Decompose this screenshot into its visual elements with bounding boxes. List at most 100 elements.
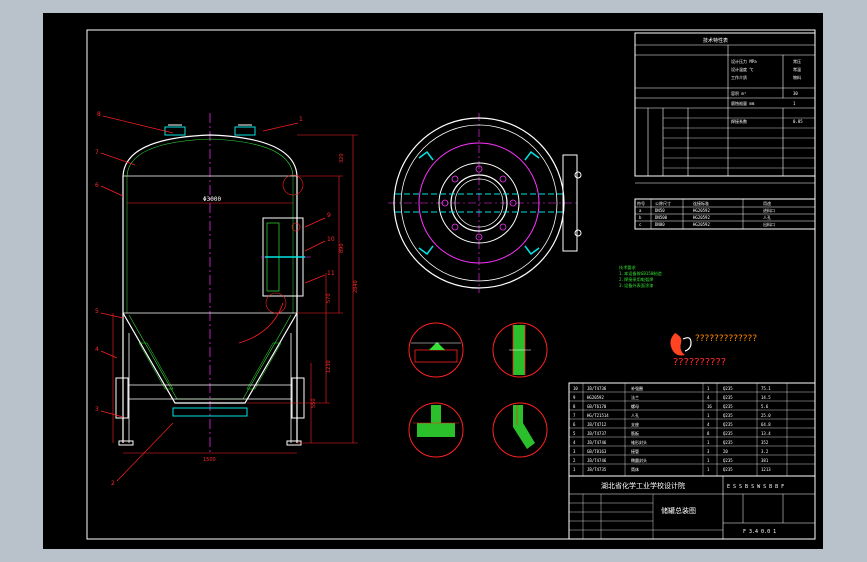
svg-text:4: 4 bbox=[95, 346, 99, 353]
part-cell: 9 bbox=[573, 395, 576, 400]
part-cell: 20 bbox=[723, 449, 728, 454]
svg-text:570: 570 bbox=[326, 293, 332, 303]
nozzle-cell: b bbox=[639, 215, 642, 220]
part-cell: 锥形封头 bbox=[631, 439, 647, 445]
svg-text:9: 9 bbox=[327, 212, 331, 219]
svg-text:890: 890 bbox=[339, 243, 345, 253]
nozzle-cell: c bbox=[639, 222, 642, 227]
part-cell: 352 bbox=[761, 440, 769, 445]
part-cell: 4 bbox=[707, 422, 710, 427]
spec-table-title: 技术特性表 bbox=[703, 37, 728, 44]
part-cell: 8 bbox=[573, 404, 576, 409]
nozzle-cell: HG20592 bbox=[693, 215, 710, 220]
nozzle-table: 符号 公称尺寸 连接标准 用途 a DN50 HG20592 进料口 b DN5… bbox=[634, 198, 816, 230]
spec-row-value: 30 bbox=[793, 91, 798, 96]
svg-text:11: 11 bbox=[327, 270, 335, 277]
nozzle-header: 公称尺寸 bbox=[655, 200, 671, 206]
spec-rows: 设计压力 MPa 常压 设计温度 ℃ 常温 工作介质 物料 容积 m³ 30 腐… bbox=[731, 58, 803, 124]
diameter-label: Φ3000 bbox=[203, 196, 221, 203]
parts-list: 10 JB/T4736 补强圈 1 Q235 75.1 9 HG20592 法兰… bbox=[568, 382, 816, 477]
nozzle-cell: DN50 bbox=[655, 208, 665, 213]
nozzle-cell: 人孔 bbox=[763, 214, 771, 220]
spec-table: 技术特性表 设计压力 MPa 常压 设计温度 ℃ 常温 工作介质 物料 容积 m… bbox=[634, 32, 816, 184]
part-cell: 1 bbox=[707, 458, 710, 463]
part-cell: 法兰 bbox=[631, 394, 639, 400]
part-cell: Q235 bbox=[723, 458, 733, 463]
part-cell: 5.6 bbox=[761, 404, 769, 409]
nozzle-cell: HG20592 bbox=[693, 222, 710, 227]
part-cell: Q235 bbox=[723, 386, 733, 391]
part-cell: 4 bbox=[707, 395, 710, 400]
part-cell: 螺母 bbox=[631, 403, 639, 409]
svg-text:2: 2 bbox=[111, 480, 115, 487]
part-cell: 7 bbox=[573, 413, 576, 418]
watermark-text: ????????????? bbox=[695, 334, 757, 344]
svg-text:3: 3 bbox=[95, 406, 99, 413]
part-cell: 1 bbox=[573, 467, 576, 472]
part-cell: 人孔 bbox=[631, 412, 639, 418]
spec-row: 容积 m³ bbox=[731, 90, 746, 96]
part-cell: 1213 bbox=[761, 467, 771, 472]
part-cell: JB/T4712 bbox=[587, 422, 607, 427]
part-cell: 16 bbox=[707, 404, 712, 409]
part-cell: JB/T4746 bbox=[587, 440, 607, 445]
part-cell: 1 bbox=[707, 467, 710, 472]
part-cell: 6 bbox=[573, 422, 576, 427]
spec-row: 工作介质 bbox=[731, 74, 747, 80]
part-cell: Q235 bbox=[723, 395, 733, 400]
weld-detail-2 bbox=[492, 322, 548, 378]
part-cell: GB/T6170 bbox=[587, 404, 607, 409]
svg-text:1500: 1500 bbox=[203, 457, 216, 463]
top-nozzle-left bbox=[164, 126, 186, 136]
nozzle-header: 用途 bbox=[763, 200, 771, 206]
part-cell: Q235 bbox=[723, 422, 733, 427]
spec-row: 焊接系数 bbox=[731, 118, 747, 124]
part-cell: 2 bbox=[573, 458, 576, 463]
weld-details bbox=[408, 322, 548, 458]
lug-left bbox=[115, 377, 129, 419]
leader-numbers: 8 7 6 5 4 3 2 1 9 10 11 bbox=[95, 111, 335, 487]
part-cell: 10 bbox=[573, 386, 578, 391]
part-cell: 4 bbox=[573, 440, 576, 445]
part-cell: 支座 bbox=[631, 421, 639, 427]
drawing-title: 储罐总装图 bbox=[661, 506, 696, 515]
nozzle-header: 符号 bbox=[637, 200, 645, 206]
part-cell: 25.0 bbox=[761, 413, 771, 418]
school-name: 湖北省化学工业学校设计院 bbox=[601, 481, 685, 490]
svg-text:550: 550 bbox=[311, 398, 317, 408]
spec-row: 腐蚀裕量 mm bbox=[731, 100, 755, 106]
nozzle-cell: 进料口 bbox=[763, 207, 775, 213]
part-cell: HG20592 bbox=[587, 395, 604, 400]
note-line: 1.本设备按GB150制造 bbox=[619, 270, 663, 277]
watermark-subtext: ?????????? bbox=[673, 357, 726, 368]
cad-canvas: Φ3000 8 7 6 5 4 3 2 1 9 10 11 320 890 28… bbox=[86, 29, 816, 540]
part-cell: 筋板 bbox=[631, 430, 639, 436]
dimension-lines bbox=[112, 134, 358, 454]
svg-text:7: 7 bbox=[95, 149, 99, 156]
spec-row: 设计温度 ℃ bbox=[731, 66, 753, 72]
part-cell: 3.2 bbox=[761, 449, 769, 454]
part-cell: JB/T4737 bbox=[587, 431, 607, 436]
spec-row: 设计压力 MPa bbox=[731, 58, 757, 64]
vessel-top-view bbox=[388, 113, 582, 293]
note-line: 3.设备外表面涂漆 bbox=[619, 282, 653, 289]
svg-text:1: 1 bbox=[299, 116, 303, 123]
svg-text:320: 320 bbox=[339, 153, 345, 163]
svg-text:2840: 2840 bbox=[353, 280, 359, 293]
part-cell: JB/T4736 bbox=[587, 386, 607, 391]
svg-text:8: 8 bbox=[97, 111, 101, 118]
weld-detail-1 bbox=[408, 322, 464, 378]
watermark: ????????????? ?????????? bbox=[670, 333, 757, 368]
part-cell: Q235 bbox=[723, 431, 733, 436]
title-code: E S S B S W S B B F bbox=[727, 484, 784, 490]
spec-row-value: 常温 bbox=[793, 66, 801, 72]
part-cell: 筒体 bbox=[631, 466, 639, 472]
svg-text:1230: 1230 bbox=[326, 360, 332, 373]
top-nozzle-right bbox=[234, 126, 256, 136]
part-cell: 64.8 bbox=[761, 422, 771, 427]
weld-detail-3 bbox=[408, 402, 464, 458]
nozzle-cell: HG20592 bbox=[693, 208, 710, 213]
drawing-border bbox=[86, 29, 816, 540]
spec-row-value: 1 bbox=[793, 101, 796, 106]
nozzle-cell: a bbox=[639, 208, 642, 213]
